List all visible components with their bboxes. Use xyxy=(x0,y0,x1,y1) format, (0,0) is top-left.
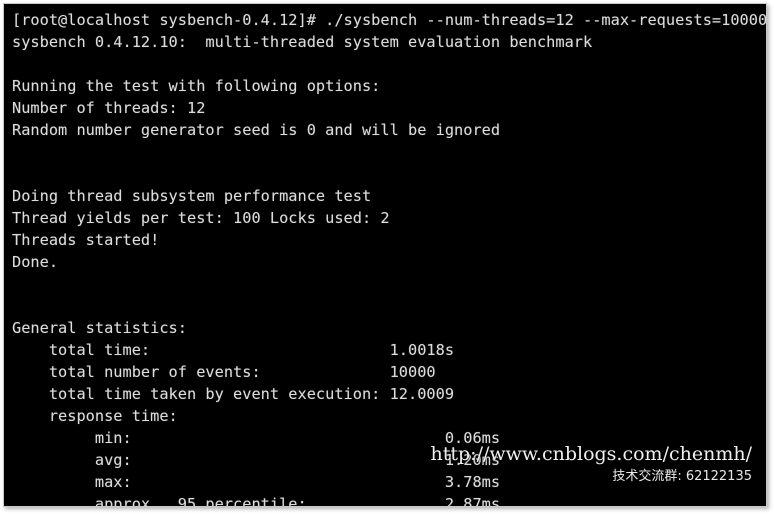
terminal-line-response-time-heading: response time: xyxy=(12,407,178,425)
terminal-line: Doing thread subsystem performance test xyxy=(12,187,372,205)
terminal-line-general-statistics-heading: General statistics: xyxy=(12,319,187,337)
terminal-line-total-time: total time: 1.0018s xyxy=(12,341,455,359)
terminal-line-response-percentile: approx. 95 percentile: 2.87ms xyxy=(12,495,501,506)
terminal-line-response-min: min: 0.06ms xyxy=(12,429,501,447)
terminal-line: Thread yields per test: 100 Locks used: … xyxy=(12,209,390,227)
terminal-output-area[interactable]: [root@localhost sysbench-0.4.12]# ./sysb… xyxy=(4,4,766,506)
terminal-line-total-execution-time: total time taken by event execution: 12.… xyxy=(12,385,455,403)
terminal-line: Running the test with following options: xyxy=(12,77,381,95)
terminal-window[interactable]: [root@localhost sysbench-0.4.12]# ./sysb… xyxy=(3,3,767,507)
terminal-line-total-events: total number of events: 10000 xyxy=(12,363,436,381)
terminal-line: Threads started! xyxy=(12,231,160,249)
terminal-line: Done. xyxy=(12,253,59,271)
terminal-line: Random number generator seed is 0 and wi… xyxy=(12,121,501,139)
terminal-line: sysbench 0.4.12.10: multi-threaded syste… xyxy=(12,33,593,51)
terminal-line-response-max: max: 3.78ms xyxy=(12,473,501,491)
terminal-line: [root@localhost sysbench-0.4.12]# ./sysb… xyxy=(12,11,766,29)
terminal-line: Number of threads: 12 xyxy=(12,99,206,117)
terminal-line-response-avg: avg: 1.20ms xyxy=(12,451,501,469)
